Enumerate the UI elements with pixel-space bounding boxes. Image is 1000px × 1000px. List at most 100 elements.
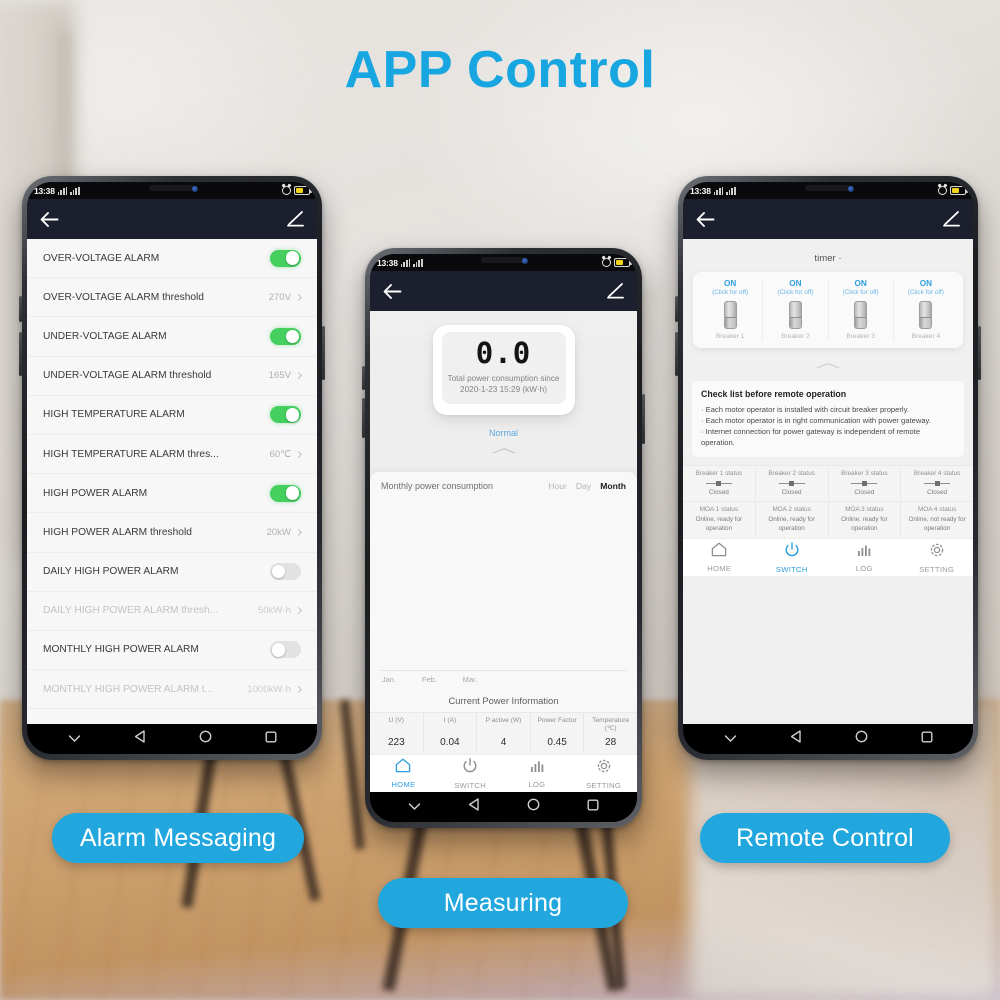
settings-row[interactable]: UNDER-VOLTAGE ALARM threshold 165V: [27, 356, 317, 396]
settings-row-label: HIGH POWER ALARM threshold: [43, 526, 192, 538]
chevron-down-icon[interactable]: [408, 798, 421, 816]
bottom-tab-bar: HOME SWITCH LOG SETTING: [683, 538, 973, 576]
settings-row-label: HIGH TEMPERATURE ALARM thres...: [43, 448, 219, 460]
home-circle-icon[interactable]: [527, 798, 540, 816]
rocker-switch-icon[interactable]: [854, 301, 868, 329]
current-power-column: U (V) 223: [370, 713, 424, 754]
settings-row[interactable]: MONTHLY HIGH POWER ALARM: [27, 630, 317, 671]
arrow-left-icon[interactable]: [696, 211, 715, 227]
settings-toggle-on[interactable]: [270, 249, 301, 267]
tab-log[interactable]: LOG: [828, 539, 901, 576]
signal-icon-2: [413, 258, 423, 267]
breaker-position-icon: [924, 480, 951, 487]
collapse-chevron-icon[interactable]: [491, 442, 517, 460]
toggle-knob: [285, 486, 300, 501]
phone-measuring: 13:38 0.0 Total power consumption since …: [362, 248, 645, 828]
chevron-down-icon[interactable]: [68, 730, 81, 748]
current-power-value: 0.45: [547, 737, 567, 748]
recents-square-icon[interactable]: [587, 798, 599, 816]
settings-row[interactable]: HIGH POWER ALARM: [27, 474, 317, 514]
chevron-right-icon: [294, 685, 303, 693]
settings-row-value-wrap: 50kW·h: [258, 605, 303, 616]
settings-row[interactable]: HIGH POWER ALARM threshold 20kW: [27, 513, 317, 553]
phone-screen: 13:38: [370, 254, 637, 822]
back-triangle-icon[interactable]: [468, 798, 480, 816]
current-power-header: U (V): [388, 717, 404, 724]
total-consumption-card: 0.0 Total power consumption since 2020-1…: [370, 311, 637, 464]
pencil-edit-icon[interactable]: [607, 283, 624, 299]
settings-row-label: MONTHLY HIGH POWER ALARM: [43, 644, 199, 656]
settings-row[interactable]: HIGH TEMPERATURE ALARM thres... 60℃: [27, 434, 317, 475]
period-option-month[interactable]: Month: [600, 481, 626, 491]
tab-home[interactable]: HOME: [683, 539, 756, 576]
settings-row-label: HIGH POWER ALARM: [43, 487, 148, 499]
tab-switch[interactable]: SWITCH: [437, 755, 504, 792]
chevron-right-icon: [294, 528, 303, 536]
recents-square-icon[interactable]: [265, 730, 277, 748]
settings-toggle-on[interactable]: [270, 327, 301, 345]
gear-icon: [596, 758, 612, 779]
power-button[interactable]: [322, 326, 325, 380]
settings-row-value: 20kW: [266, 526, 291, 538]
settings-row[interactable]: DAILY HIGH POWER ALARM: [27, 552, 317, 592]
settings-toggle-off[interactable]: [270, 563, 301, 581]
home-circle-icon[interactable]: [199, 730, 212, 748]
timer-label[interactable]: timer ·: [683, 239, 973, 272]
breaker-control[interactable]: ON (Click for off) Breaker 4: [894, 279, 958, 340]
status-badge: Normal: [488, 428, 518, 439]
period-option-day[interactable]: Day: [576, 481, 591, 491]
rocker-switch-icon[interactable]: [788, 301, 802, 329]
toggle-knob: [285, 251, 300, 265]
collapse-chevron-icon[interactable]: [683, 348, 973, 381]
pencil-edit-icon[interactable]: [943, 211, 960, 227]
power-button[interactable]: [642, 394, 645, 444]
page-title: APP Control: [344, 41, 656, 99]
alarm-clock-icon: [602, 258, 611, 267]
checklist-item: · Internet connection for power gateway …: [701, 427, 921, 447]
breaker-name: Breaker 2: [781, 333, 810, 340]
settings-row[interactable]: UNDER-VOLTAGE ALARM: [27, 317, 317, 357]
recents-square-icon[interactable]: [921, 730, 933, 748]
breaker-control[interactable]: ON (Click for off) Breaker 2: [763, 279, 829, 340]
back-triangle-icon[interactable]: [790, 730, 802, 748]
settings-toggle-on[interactable]: [270, 484, 301, 502]
period-segmented-control[interactable]: Hour Day Month: [548, 481, 626, 491]
speaker-notch: [805, 185, 851, 191]
pencil-edit-icon[interactable]: [287, 211, 304, 227]
speaker-notch: [149, 185, 195, 191]
settings-row[interactable]: OVER-VOLTAGE ALARM threshold 270V: [27, 278, 317, 318]
home-circle-icon[interactable]: [855, 730, 868, 748]
bar-chart-icon: [529, 758, 545, 778]
tab-home[interactable]: HOME: [370, 755, 437, 792]
tab-setting[interactable]: SETTING: [570, 755, 637, 792]
breaker-status-cell: Breaker 3 status Closed: [829, 466, 902, 501]
remote-control-screen: timer · ON (Click for off) Breaker 1 ON (Cli…: [683, 239, 973, 724]
settings-row-value-wrap: 165V: [269, 370, 303, 381]
chevron-down-icon[interactable]: [724, 730, 737, 748]
power-button[interactable]: [978, 326, 981, 380]
tab-setting[interactable]: SETTING: [901, 539, 974, 576]
settings-row[interactable]: OVER-VOLTAGE ALARM: [27, 239, 317, 279]
breaker-control[interactable]: ON (Click for off) Breaker 3: [829, 279, 894, 340]
arrow-left-icon[interactable]: [40, 211, 59, 227]
settings-toggle-off[interactable]: [270, 641, 301, 659]
rocker-switch-icon[interactable]: [919, 301, 933, 329]
moa-status-cell: MOA 3 status Online, ready for operation: [829, 502, 902, 538]
tab-log[interactable]: LOG: [504, 755, 571, 792]
signal-icon: [57, 186, 68, 195]
current-power-table: U (V) 223 I (A) 0.04 P active (W) 4 Power Fact…: [370, 712, 637, 754]
tab-switch[interactable]: SWITCH: [756, 539, 829, 576]
power-icon: [462, 757, 478, 779]
moa-status-header: MOA 4 status: [917, 506, 957, 513]
settings-toggle-on[interactable]: [270, 406, 301, 424]
current-power-column: Temperature (℃) 28: [584, 713, 637, 754]
back-triangle-icon[interactable]: [134, 730, 146, 748]
alarm-settings-list: OVER-VOLTAGE ALARM OVER-VOLTAGE ALARM thr…: [27, 239, 317, 724]
arrow-left-icon[interactable]: [383, 283, 402, 299]
period-option-hour[interactable]: Hour: [548, 481, 567, 491]
settings-row[interactable]: HIGH TEMPERATURE ALARM: [27, 395, 317, 435]
settings-row[interactable]: MONTHLY HIGH POWER ALARM t... 1000kW·h: [27, 670, 317, 710]
breaker-control[interactable]: ON (Click for off) Breaker 1: [698, 279, 764, 340]
rocker-switch-icon[interactable]: [723, 301, 737, 329]
settings-row[interactable]: DAILY HIGH POWER ALARM thresh... 50kW·h: [27, 591, 317, 631]
